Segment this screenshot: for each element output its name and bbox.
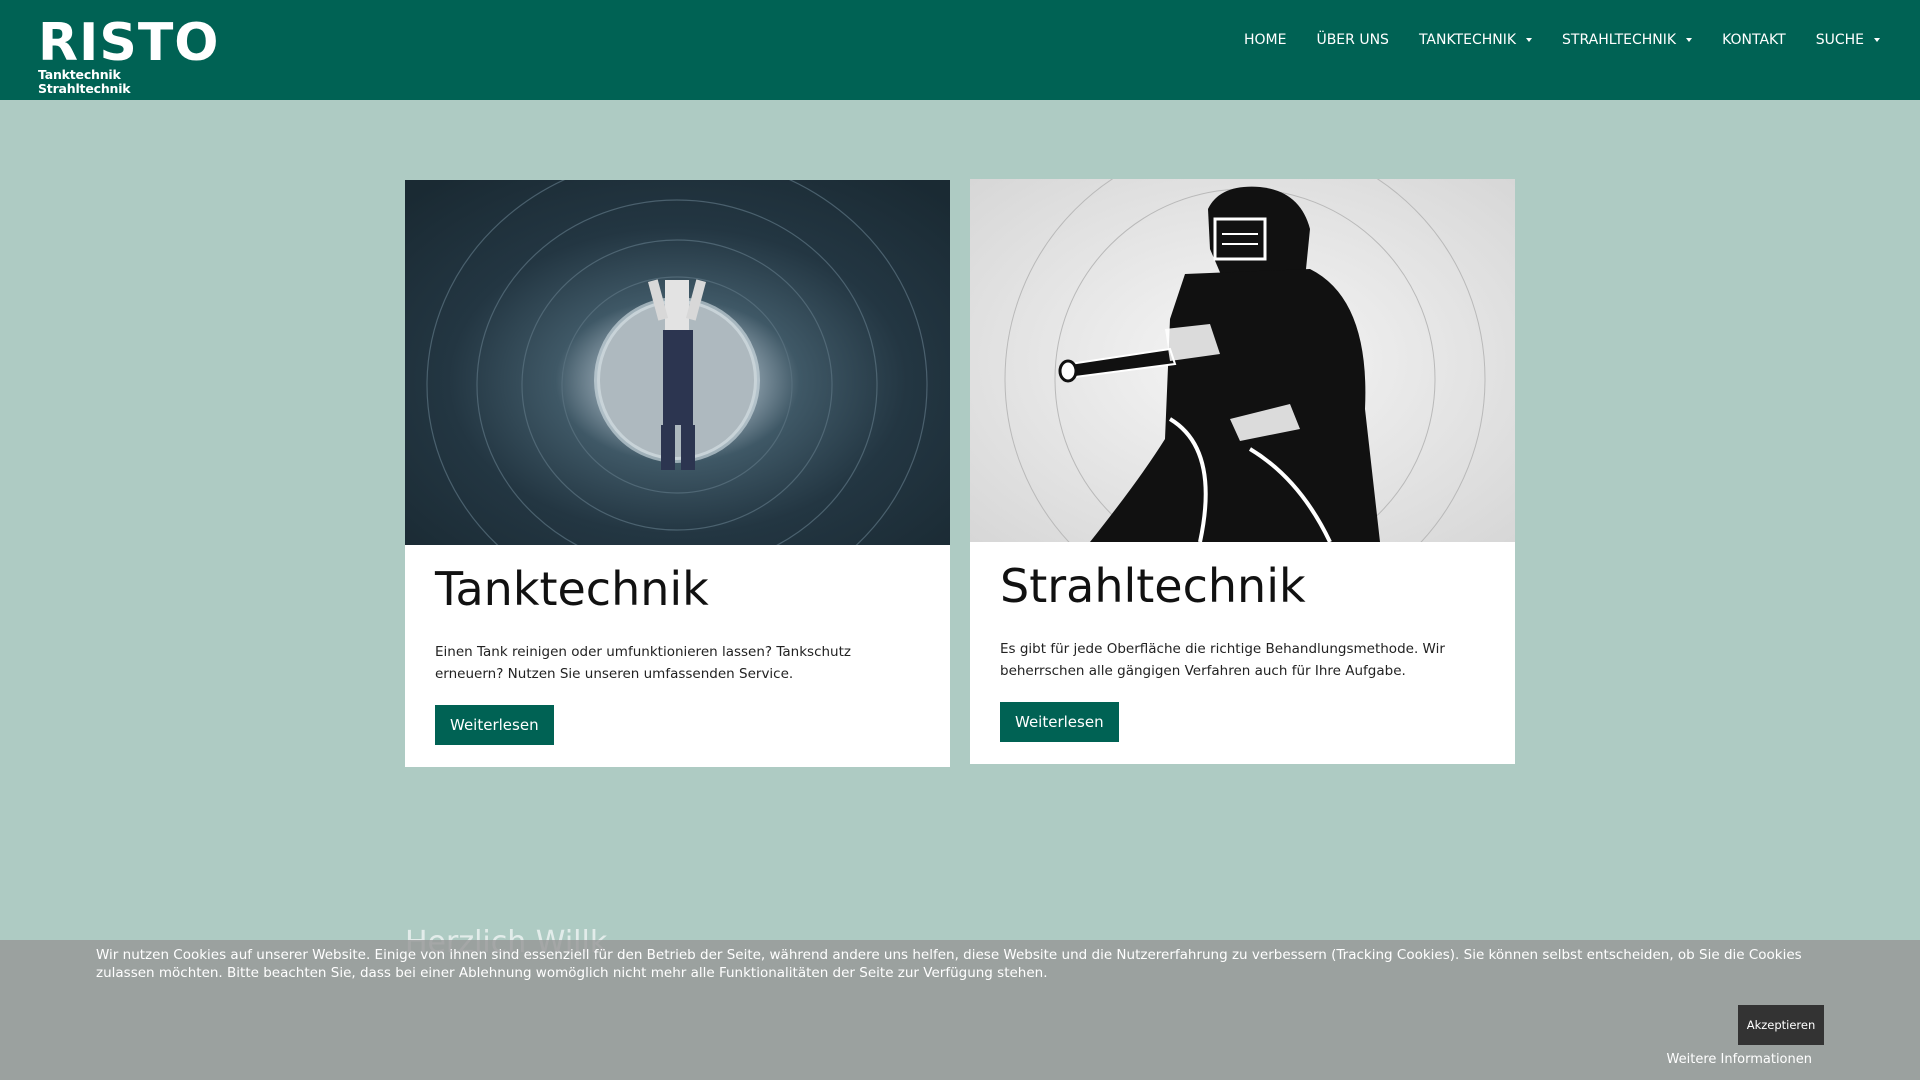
nav-kontakt[interactable]: KONTAKT <box>1722 32 1786 48</box>
sandblaster-illustration <box>970 179 1515 542</box>
logo[interactable]: RISTO Tanktechnik Strahltechnik <box>38 13 220 96</box>
nav-ueber-uns[interactable]: ÜBER UNS <box>1316 32 1388 48</box>
tank-interior-image[interactable] <box>405 180 950 545</box>
nav-strahltechnik-label: STRAHLTECHNIK <box>1562 32 1677 48</box>
card-title: Strahltechnik <box>1000 559 1306 613</box>
nav-strahltechnik[interactable]: STRAHLTECHNIK <box>1562 32 1693 48</box>
nav-kontakt-label: KONTAKT <box>1722 32 1786 48</box>
cookie-banner: Wir nutzen Cookies auf unserer Website. … <box>0 940 1920 1080</box>
card-description: Einen Tank reinigen oder umfunktionieren… <box>435 644 851 682</box>
site-header: RISTO Tanktechnik Strahltechnik HOME ÜBE… <box>0 0 1920 100</box>
main-nav: HOME ÜBER UNS TANKTECHNIK STRAHLTECHNIK … <box>1214 0 1880 80</box>
card-description: Es gibt für jede Oberfläche die richtige… <box>1000 641 1445 679</box>
caret-down-icon <box>1526 38 1533 42</box>
nav-ueber-uns-label: ÜBER UNS <box>1316 32 1389 48</box>
card-body: Strahltechnik Es gibt für jede Oberfläch… <box>970 542 1515 742</box>
caret-down-icon <box>1686 38 1693 42</box>
tank-photo-illustration <box>405 180 950 545</box>
caret-down-icon <box>1874 38 1880 42</box>
nav-home-label: HOME <box>1243 32 1287 48</box>
card-tanktechnik: Tanktechnik Einen Tank reinigen oder umf… <box>405 180 950 767</box>
read-more-button[interactable]: Weiterlesen <box>435 705 554 745</box>
nav-suche-label: SUCHE <box>1815 32 1864 48</box>
nav-tanktechnik[interactable]: TANKTECHNIK <box>1418 32 1533 48</box>
card-strahltechnik: Strahltechnik Es gibt für jede Oberfläch… <box>970 179 1515 764</box>
accept-cookies-button[interactable]: Akzeptieren <box>1738 1005 1824 1045</box>
card-title: Tanktechnik <box>435 562 709 616</box>
sandblaster-image[interactable] <box>970 179 1515 542</box>
nav-tanktechnik-label: TANKTECHNIK <box>1418 32 1517 48</box>
read-more-button[interactable]: Weiterlesen <box>1000 702 1119 742</box>
logo-wordmark: RISTO <box>38 13 220 73</box>
nav-suche[interactable]: SUCHE <box>1816 32 1880 48</box>
card-body: Tanktechnik Einen Tank reinigen oder umf… <box>405 545 950 745</box>
nav-home[interactable]: HOME <box>1244 32 1286 48</box>
more-information-link[interactable]: Weitere Informationen <box>1667 1052 1812 1067</box>
cookie-notice-text: Wir nutzen Cookies auf unserer Website. … <box>96 947 1802 981</box>
